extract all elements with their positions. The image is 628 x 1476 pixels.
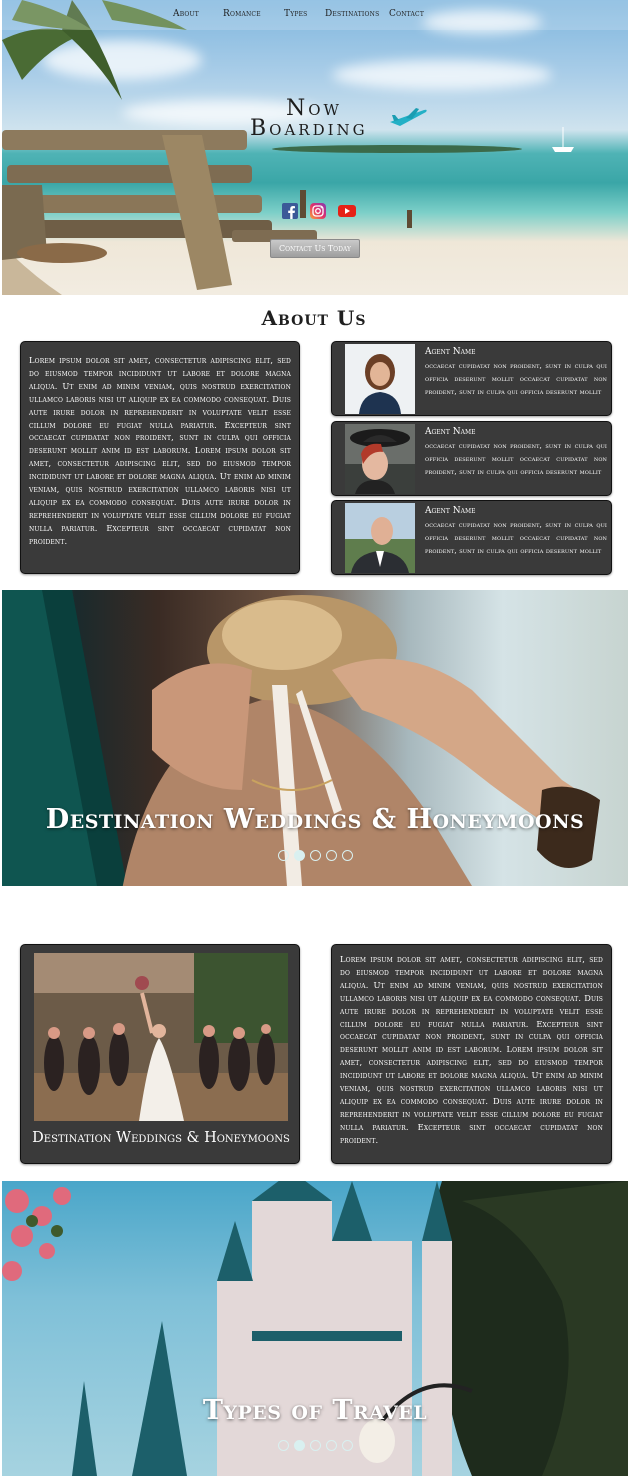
- nav-about[interactable]: About: [173, 9, 199, 19]
- slider-dot-active[interactable]: [293, 1440, 305, 1451]
- bride-photo: [2, 590, 600, 886]
- instagram-icon[interactable]: [310, 203, 326, 219]
- weddings-card[interactable]: Destination Weddings & Honeymoons: [20, 944, 300, 1164]
- agent-description: occaecat cupidatat non proident, sunt in…: [425, 520, 607, 555]
- youtube-icon[interactable]: [338, 203, 356, 219]
- brand-line-2: Boarding: [250, 116, 368, 141]
- nav-types[interactable]: Types: [284, 9, 308, 19]
- weddings-slider: Destination Weddings & Honeymoons: [2, 590, 628, 886]
- slider-dot[interactable]: [325, 850, 337, 861]
- hero-banner: About Romance Types Destinations Contact…: [2, 0, 628, 295]
- slider-dots: [2, 1436, 628, 1451]
- about-body: Lorem ipsum dolor sit amet, consectetur …: [29, 355, 291, 546]
- slider-dot[interactable]: [277, 1440, 289, 1451]
- contact-us-button[interactable]: Contact Us Today: [270, 239, 360, 258]
- travel-types-slider: Types of Travel: [2, 1181, 628, 1476]
- slider-dot-active[interactable]: [293, 850, 305, 861]
- slide-title: Destination Weddings & Honeymoons: [45, 804, 585, 835]
- agent-photo: [345, 344, 415, 414]
- wooden-bench: [2, 130, 317, 295]
- agent-name: Agent Name: [425, 347, 476, 357]
- weddings-body: Lorem ipsum dolor sit amet, consectetur …: [340, 954, 603, 1145]
- slider-dot[interactable]: [341, 850, 353, 861]
- wooden-post: [407, 210, 412, 228]
- slider-dot[interactable]: [277, 850, 289, 861]
- weddings-text-panel: Lorem ipsum dolor sit amet, consectetur …: [331, 944, 612, 1164]
- agent-card[interactable]: Agent Name occaecat cupidatat non proide…: [331, 341, 612, 416]
- agent-name: Agent Name: [425, 506, 476, 516]
- about-title: About Us: [261, 306, 367, 330]
- airplane-icon: [390, 108, 427, 126]
- weddings-caption: Destination Weddings & Honeymoons: [32, 1130, 290, 1146]
- slider-dot[interactable]: [325, 1440, 337, 1451]
- slider-dots: [2, 846, 628, 861]
- agent-description: occaecat cupidatat non proident, sunt in…: [425, 361, 607, 396]
- nav-romance[interactable]: Romance: [223, 9, 261, 19]
- slider-dot[interactable]: [341, 1440, 353, 1451]
- agent-photo: [345, 503, 415, 573]
- agent-card[interactable]: Agent Name occaecat cupidatat non proide…: [331, 500, 612, 575]
- slider-dot[interactable]: [309, 1440, 321, 1451]
- slide-title: Types of Travel: [202, 1395, 428, 1426]
- brand-logo[interactable]: Now Boarding: [250, 96, 430, 141]
- agent-card[interactable]: Agent Name occaecat cupidatat non proide…: [331, 421, 612, 496]
- nav-contact[interactable]: Contact: [389, 9, 424, 19]
- nav-destinations[interactable]: Destinations: [325, 9, 379, 19]
- sailboat-icon: [552, 127, 574, 152]
- wedding-photo: [34, 953, 288, 1121]
- agent-name: Agent Name: [425, 427, 476, 437]
- facebook-icon[interactable]: [282, 203, 298, 219]
- agent-photo: [345, 424, 415, 494]
- agent-description: occaecat cupidatat non proident, sunt in…: [425, 441, 607, 476]
- slider-dot[interactable]: [309, 850, 321, 861]
- cloud: [332, 60, 552, 90]
- top-nav: About Romance Types Destinations Contact: [2, 0, 628, 30]
- castle-photo: [2, 1181, 628, 1476]
- about-text-panel: Lorem ipsum dolor sit amet, consectetur …: [20, 341, 300, 574]
